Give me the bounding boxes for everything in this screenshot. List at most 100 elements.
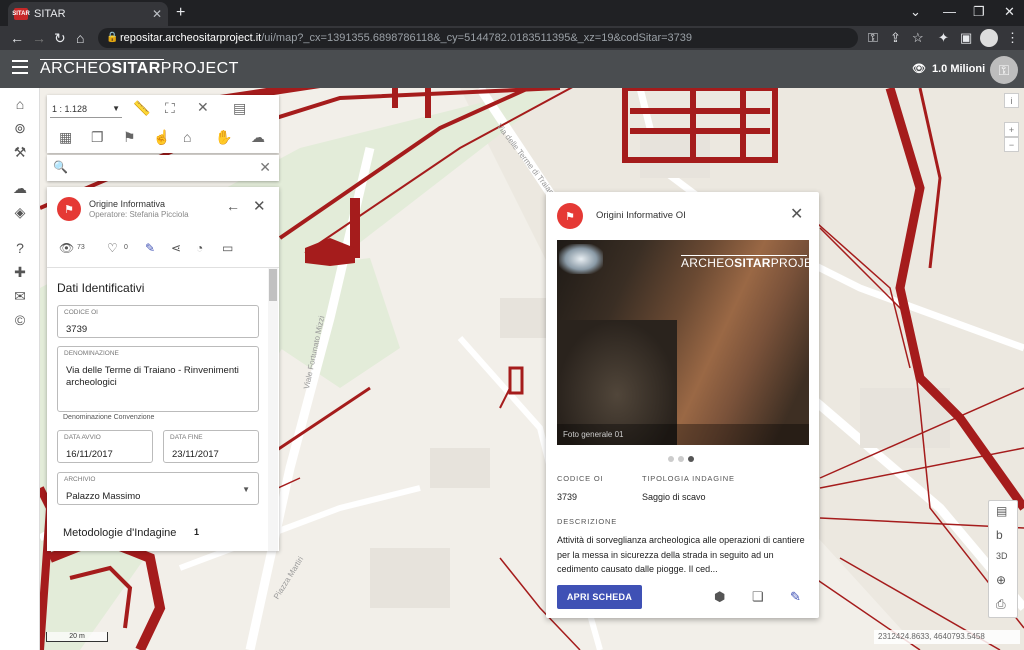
open-record-button[interactable]: APRI SCHEDA [557, 585, 642, 609]
eye-icon: 👁 [912, 63, 926, 75]
window-close-icon[interactable]: ✕ [1004, 4, 1015, 20]
hand-icon[interactable]: ✋ [215, 129, 232, 146]
tab-search-icon[interactable]: ⌄ [910, 4, 921, 20]
copy-icon[interactable]: ❐ [91, 129, 104, 146]
carousel-dot-active[interactable] [688, 456, 694, 462]
edit-icon[interactable]: ✎ [145, 241, 155, 255]
back-icon[interactable]: ← [10, 30, 24, 46]
excavation-photo[interactable]: ARCHEOSITARPROJECT Foto generale 01 [557, 240, 809, 445]
bookmarks-icon[interactable]: ❏ [752, 589, 764, 605]
layers-search-icon[interactable]: ⊚ [12, 120, 28, 136]
carousel-dots [668, 456, 694, 462]
denominazione-field[interactable]: DENOMINAZIONE Via delle Terme di Traiano… [57, 346, 259, 412]
scale-select[interactable]: 1 : 1.128 ▼ [50, 100, 122, 118]
print-icon[interactable]: ⎙ [996, 597, 1006, 612]
browser-addressbar: ← → ↻ ⌂ 🔒 repositar.archeositarproject.i… [0, 26, 1024, 50]
building-icon[interactable]: ▦ [59, 129, 72, 146]
flag-icon: ⚑ [557, 203, 583, 229]
new-tab-icon[interactable]: + [176, 4, 185, 22]
help-icon[interactable]: ? [12, 240, 28, 256]
scrollbar[interactable] [268, 268, 278, 551]
logo-prefix: ARCHEO [40, 60, 112, 77]
mail-icon[interactable]: ✉ [12, 288, 28, 304]
data-avvio-field[interactable]: DATA AVVIO 16/11/2017 [57, 430, 153, 463]
scrollbar-thumb[interactable] [269, 269, 277, 301]
field-label: DENOMINAZIONE [64, 350, 119, 357]
descrizione-label: DESCRIZIONE [557, 517, 618, 526]
views-count: 73 [77, 244, 85, 251]
profile-avatar[interactable] [980, 29, 998, 47]
cloud-icon[interactable]: ☁ [251, 129, 265, 146]
login-key-button[interactable]: ⚿ [990, 56, 1018, 84]
metodologie-title[interactable]: Metodologie d'Indagine [63, 527, 176, 539]
url-host: repositar.archeositarproject.it [120, 32, 262, 44]
touch-icon[interactable]: ☝ [153, 129, 170, 146]
home-icon[interactable]: ⌂ [76, 30, 84, 46]
browser-menu-icon[interactable]: ⋮ [1006, 30, 1019, 46]
search-clear-icon[interactable]: ✕ [259, 159, 271, 176]
forward-icon[interactable]: → [32, 30, 46, 46]
minimize-icon[interactable]: — [943, 4, 956, 19]
reload-icon[interactable]: ↻ [54, 30, 66, 47]
key-icon[interactable]: ⚿ [868, 30, 878, 46]
field-label: DATA FINE [170, 434, 203, 441]
carousel-dot[interactable] [668, 456, 674, 462]
bing-icon[interactable]: b [996, 528, 1003, 542]
zoom-extent-icon[interactable]: ⛶ [165, 100, 175, 117]
edit-icon[interactable]: ✎ [790, 589, 801, 605]
search-bar: 🔍 ✕ [47, 155, 279, 181]
sidepanel-icon[interactable]: ▣ [960, 30, 972, 46]
carousel-dot[interactable] [678, 456, 684, 462]
map-type-icon[interactable]: ▤ [996, 504, 1007, 518]
close-icon[interactable]: ✕ [253, 197, 266, 215]
layers-icon[interactable]: ◈ [12, 204, 28, 220]
info-icon[interactable]: i [1004, 93, 1019, 108]
eye-icon: 👁 [59, 241, 75, 255]
search-input[interactable] [69, 159, 249, 177]
tab-close-icon[interactable]: ✕ [152, 7, 162, 21]
sitar-favicon-icon: SITAR [12, 8, 30, 20]
map-tools: ▤ b 3D ⊕ ⎙ [988, 500, 1018, 618]
home-icon[interactable]: ⌂ [12, 96, 28, 112]
measure-tool-icon[interactable]: ⚒ [12, 144, 28, 160]
bookmark-star-icon[interactable]: ☆ [912, 30, 924, 46]
zoom-out-button[interactable]: − [1004, 137, 1019, 152]
location-pin-icon[interactable]: ⬢ [714, 589, 725, 605]
locate-icon[interactable]: ⊕ [996, 573, 1006, 587]
ruler-icon[interactable]: 📏 [133, 100, 150, 117]
museum-icon[interactable]: ⌂ [183, 129, 191, 145]
archivio-select[interactable]: ARCHIVIO Palazzo Massimo ▼ [57, 472, 259, 505]
detail-panel: ⚑ Origine Informativa Operatore: Stefani… [47, 187, 279, 551]
codice-field[interactable]: CODICE OI 3739 [57, 305, 259, 338]
folder-icon[interactable]: ▭ [222, 241, 233, 255]
browser-tab[interactable]: SITAR SITAR ✕ [8, 2, 168, 26]
share-icon[interactable]: ⇪ [890, 30, 901, 46]
add-box-icon[interactable]: ✚ [12, 264, 28, 280]
codice-value: 3739 [557, 492, 578, 502]
3d-icon[interactable]: 3D [996, 551, 1008, 561]
clear-icon[interactable]: ✕ [197, 99, 209, 116]
heart-icon[interactable]: ♡ [107, 241, 118, 255]
logo-bold: SITAR [111, 60, 161, 77]
zoom-in-button[interactable]: + [1004, 122, 1019, 137]
photo-brand-suffix: PROJECT [770, 256, 809, 270]
cloud-download-icon[interactable]: ☁ [12, 180, 28, 196]
lock-icon: 🔒 [106, 32, 119, 43]
back-arrow-icon[interactable]: ← [226, 198, 240, 214]
url-input[interactable]: 🔒 repositar.archeositarproject.it/ui/map… [98, 28, 858, 48]
info-popup-card: ⚑ Origini Informative OI ✕ ARCHEOSITARPR… [546, 192, 819, 618]
hamburger-menu-icon[interactable] [12, 60, 28, 76]
logo-suffix: PROJECT [160, 60, 239, 77]
archive-icon[interactable]: ▤ [233, 100, 246, 117]
flag-icon[interactable]: ⚑ [123, 129, 136, 146]
copyright-icon[interactable]: © [12, 312, 28, 328]
field-value: Via delle Terme di Traiano - Rinveniment… [66, 365, 239, 388]
share-icon[interactable]: ⋖ [171, 241, 181, 255]
rss-icon[interactable]: ◔ [196, 241, 203, 255]
left-sidebar: ⌂ ⊚ ⚒ ☁ ◈ ? ✚ ✉ © [0, 88, 40, 650]
close-icon[interactable]: ✕ [790, 204, 803, 224]
data-fine-field[interactable]: DATA FINE 23/11/2017 [163, 430, 259, 463]
photo-brand-bold: SITAR [734, 256, 771, 270]
restore-icon[interactable]: ❐ [973, 4, 985, 20]
extensions-icon[interactable]: ✦ [938, 30, 949, 46]
